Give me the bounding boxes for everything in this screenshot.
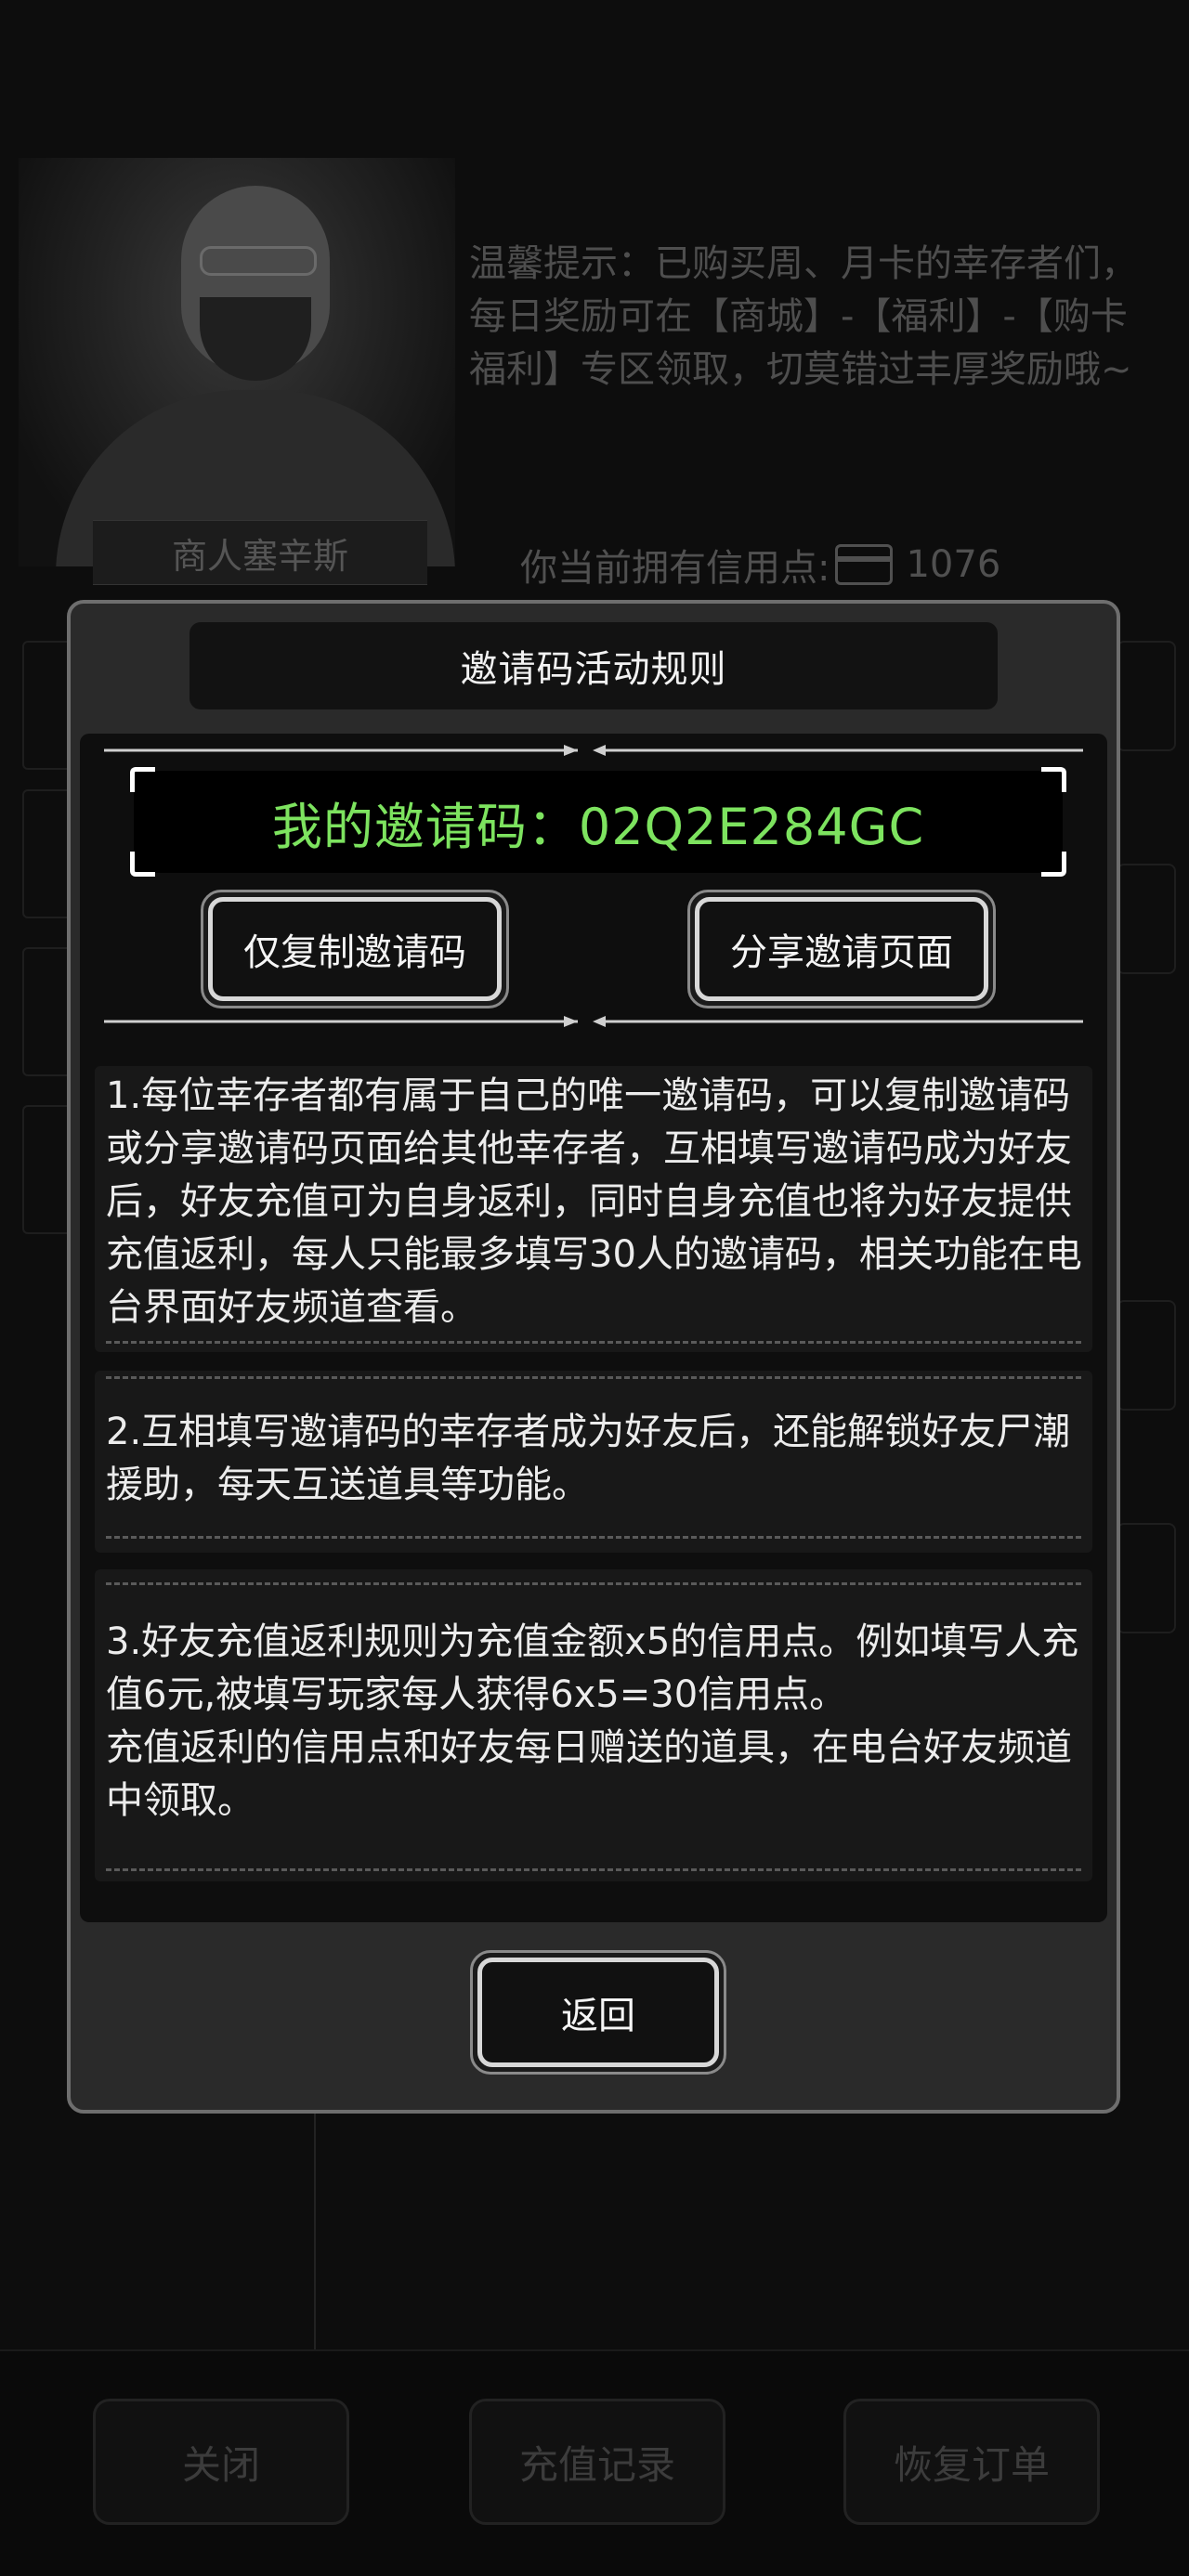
product-card (1117, 864, 1176, 974)
back-button-label: 返回 (477, 1958, 719, 2067)
modal-content: 我的邀请码：02Q2E284GC 仅复制邀请码 分享邀请页面 1.每位幸存者都有… (80, 734, 1107, 1922)
product-card (1117, 1300, 1176, 1411)
merchant-name: 商人塞辛斯 (93, 520, 427, 585)
invite-code-text: 我的邀请码：02Q2E284GC (271, 797, 925, 856)
back-button[interactable]: 返回 (470, 1950, 726, 2075)
rule-text-2: 2.互相填写邀请码的幸存者成为好友后，还能解锁好友尸潮援助，每天互送道具等功能。 (106, 1411, 1071, 1506)
restore-order-button: 恢复订单 (843, 2399, 1100, 2525)
credit-value: 1076 (906, 543, 1001, 586)
credit-card-icon (835, 544, 894, 585)
modal-title: 邀请码活动规则 (189, 622, 998, 709)
merchant-portrait (19, 158, 455, 566)
share-invite-page-button[interactable]: 分享邀请页面 (687, 890, 996, 1008)
divider-ornament (104, 745, 1083, 756)
invite-rules-modal: 邀请码活动规则 我的邀请码：02Q2E284GC 仅复制邀请码 分享邀请页面 1… (67, 600, 1120, 2114)
rule-block-3: 3.好友充值返利规则为充值金额x5的信用点。例如填写人充值6元,被填写玩家每人获… (95, 1569, 1092, 1881)
credit-display: 你当前拥有信用点: 1076 (520, 537, 1000, 592)
copy-invite-code-button[interactable]: 仅复制邀请码 (201, 890, 509, 1008)
share-invite-page-label: 分享邀请页面 (695, 897, 988, 1001)
product-card (1117, 1523, 1176, 1633)
credit-label: 你当前拥有信用点: (520, 547, 830, 590)
recharge-records-button: 充值记录 (469, 2399, 725, 2525)
copy-invite-code-label: 仅复制邀请码 (208, 897, 502, 1001)
invite-code-display: 我的邀请码：02Q2E284GC (130, 767, 1066, 877)
rule-block-1: 1.每位幸存者都有属于自己的唯一邀请码，可以复制邀请码或分享邀请码页面给其他幸存… (95, 1066, 1092, 1352)
rule-block-2: 2.互相填写邀请码的幸存者成为好友后，还能解锁好友尸潮援助，每天互送道具等功能。 (95, 1371, 1092, 1553)
close-button: 关闭 (93, 2399, 349, 2525)
product-card (1117, 641, 1176, 751)
divider-ornament (104, 1016, 1083, 1027)
rule-text-3: 3.好友充值返利规则为充值金额x5的信用点。例如填写人充值6元,被填写玩家每人获… (106, 1620, 1079, 1822)
tip-text: 温馨提示：已购买周、月卡的幸存者们，每日奖励可在【商城】-【福利】-【购卡福利】… (469, 242, 1138, 391)
rule-text-1: 1.每位幸存者都有属于自己的唯一邀请码，可以复制邀请码或分享邀请码页面给其他幸存… (106, 1074, 1082, 1329)
